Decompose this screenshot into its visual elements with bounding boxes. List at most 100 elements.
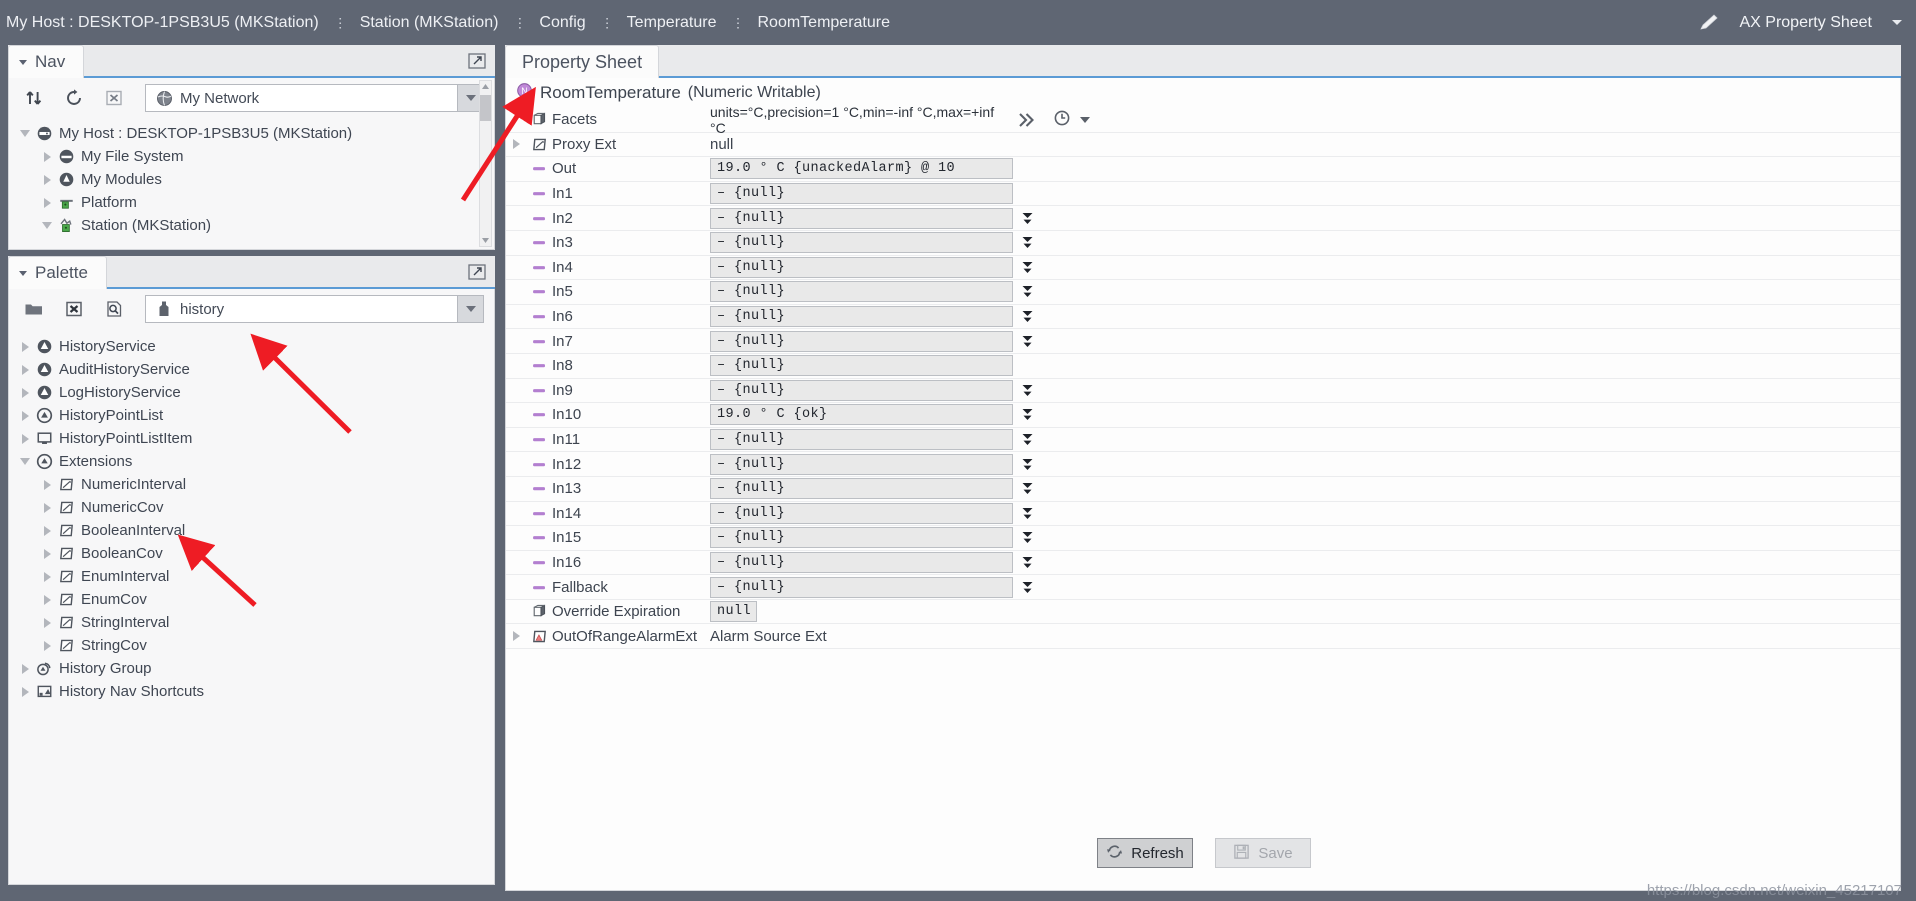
double-chevron-down-icon[interactable] — [1013, 555, 1041, 570]
up-down-arrows-icon[interactable] — [21, 85, 47, 111]
chevron-right-icon[interactable] — [17, 364, 33, 375]
tree-item[interactable]: LogHistoryService — [17, 381, 494, 404]
tab-palette[interactable]: Palette — [8, 256, 107, 289]
chevron-right-icon[interactable] — [17, 686, 33, 697]
chevron-right-icon[interactable] — [39, 502, 55, 513]
chevron-right-icon[interactable] — [17, 410, 33, 421]
folder-icon[interactable] — [21, 296, 47, 322]
breadcrumb-item-0[interactable]: My Host : DESKTOP-1PSB3U5 (MKStation) — [6, 14, 319, 32]
property-value-field[interactable]: – {null} — [710, 306, 1013, 328]
scroll-down-icon[interactable] — [480, 235, 491, 246]
chevron-right-icon[interactable] — [39, 594, 55, 605]
nav-scrollbar-thumb[interactable] — [480, 95, 491, 121]
property-value-field[interactable]: 19.0 ° C {ok} — [710, 404, 1013, 426]
chevron-right-icon[interactable] — [506, 631, 526, 642]
palette-expand-icon[interactable] — [467, 262, 487, 282]
double-chevron-down-icon[interactable] — [1013, 481, 1041, 496]
breadcrumb-item-1[interactable]: ⋮ Station (MKStation) — [319, 14, 499, 32]
tree-item[interactable]: My File System — [17, 145, 494, 168]
clock-icon[interactable] — [1053, 109, 1071, 131]
tree-item[interactable]: Platform — [17, 191, 494, 214]
double-chevron-down-icon[interactable] — [1013, 284, 1041, 299]
chevron-right-icon[interactable] — [17, 341, 33, 352]
chevron-down-icon[interactable] — [17, 458, 33, 465]
tree-item[interactable]: My Host : DESKTOP-1PSB3U5 (MKStation) — [17, 122, 494, 145]
chevron-right-icon[interactable] — [39, 479, 55, 490]
chevron-right-icon[interactable] — [39, 197, 55, 208]
chevron-down-icon[interactable] — [39, 222, 55, 229]
tree-item[interactable]: HistoryPointListItem — [17, 427, 494, 450]
double-chevron-down-icon[interactable] — [1013, 211, 1041, 226]
chevron-right-icon[interactable] — [39, 640, 55, 651]
double-chevron-right-icon[interactable] — [1013, 112, 1041, 128]
chevron-right-icon[interactable] — [39, 617, 55, 628]
search-module-icon[interactable] — [101, 296, 127, 322]
nav-network-combo[interactable]: My Network — [145, 84, 484, 112]
chevron-down-icon[interactable] — [1892, 20, 1902, 25]
tree-item[interactable]: BooleanInterval — [17, 519, 494, 542]
chevron-right-icon[interactable] — [39, 525, 55, 536]
tree-item[interactable]: EnumInterval — [17, 565, 494, 588]
chevron-right-icon[interactable] — [39, 151, 55, 162]
property-value-field[interactable]: – {null} — [710, 355, 1013, 377]
scroll-up-icon[interactable] — [480, 81, 491, 92]
palette-module-combo[interactable]: history — [145, 295, 484, 323]
tree-item[interactable]: History Group — [17, 657, 494, 680]
property-value-field[interactable]: – {null} — [710, 207, 1013, 229]
tree-item[interactable]: Station (MKStation) — [17, 214, 494, 237]
save-button[interactable]: Save — [1215, 838, 1311, 868]
chevron-right-icon[interactable] — [506, 139, 526, 150]
property-value-field[interactable]: null — [710, 601, 757, 623]
view-selector-label[interactable]: AX Property Sheet — [1739, 14, 1872, 32]
double-chevron-down-icon[interactable] — [1013, 383, 1041, 398]
chevron-right-icon[interactable] — [39, 571, 55, 582]
chevron-down-icon[interactable] — [457, 296, 483, 322]
property-value-field[interactable]: – {null} — [710, 256, 1013, 278]
chevron-right-icon[interactable] — [17, 387, 33, 398]
double-chevron-down-icon[interactable] — [1013, 432, 1041, 447]
tree-item[interactable]: History Nav Shortcuts — [17, 680, 494, 703]
double-chevron-down-icon[interactable] — [1013, 235, 1041, 250]
property-value-field[interactable]: – {null} — [710, 527, 1013, 549]
chevron-down-icon[interactable] — [17, 130, 33, 137]
property-value-field[interactable]: – {null} — [710, 429, 1013, 451]
breadcrumb-item-4[interactable]: ⋮ RoomTemperature — [717, 14, 891, 32]
tree-item[interactable]: My Modules — [17, 168, 494, 191]
breadcrumb-item-2[interactable]: ⋮ Config — [498, 14, 585, 32]
x-box-icon[interactable] — [101, 85, 127, 111]
property-value-field[interactable]: – {null} — [710, 502, 1013, 524]
chevron-right-icon[interactable] — [39, 174, 55, 185]
property-value-field[interactable]: – {null} — [710, 453, 1013, 475]
tree-item[interactable]: EnumCov — [17, 588, 494, 611]
chevron-right-icon[interactable] — [39, 548, 55, 559]
tree-item[interactable]: NumericInterval — [17, 473, 494, 496]
property-value-field[interactable]: 19.0 ° C {unackedAlarm} @ 10 — [710, 158, 1013, 180]
property-value-field[interactable]: – {null} — [710, 379, 1013, 401]
double-chevron-down-icon[interactable] — [1013, 506, 1041, 521]
tab-property-sheet[interactable]: Property Sheet — [505, 45, 660, 78]
tree-item[interactable]: StringInterval — [17, 611, 494, 634]
chevron-right-icon[interactable] — [17, 433, 33, 444]
property-value-field[interactable]: – {null} — [710, 330, 1013, 352]
double-chevron-down-icon[interactable] — [1013, 260, 1041, 275]
refresh-button[interactable]: Refresh — [1097, 838, 1193, 868]
property-value-field[interactable]: – {null} — [710, 576, 1013, 598]
nav-scrollbar[interactable] — [479, 80, 492, 247]
double-chevron-down-icon[interactable] — [1013, 407, 1041, 422]
property-value-field[interactable]: – {null} — [710, 232, 1013, 254]
property-value-field[interactable]: – {null} — [710, 478, 1013, 500]
double-chevron-down-icon[interactable] — [1013, 457, 1041, 472]
tree-item[interactable]: BooleanCov — [17, 542, 494, 565]
tree-item[interactable]: StringCov — [17, 634, 494, 657]
tree-item[interactable]: HistoryService — [17, 335, 494, 358]
nav-expand-icon[interactable] — [467, 51, 487, 71]
tab-nav[interactable]: Nav — [8, 45, 85, 78]
pencil-icon[interactable] — [1697, 13, 1721, 33]
tree-item[interactable]: Extensions — [17, 450, 494, 473]
double-chevron-down-icon[interactable] — [1013, 530, 1041, 545]
breadcrumb-item-3[interactable]: ⋮ Temperature — [586, 14, 717, 32]
chevron-down-icon[interactable] — [1080, 116, 1090, 123]
double-chevron-down-icon[interactable] — [1013, 309, 1041, 324]
double-chevron-down-icon[interactable] — [1013, 580, 1041, 595]
double-chevron-down-icon[interactable] — [1013, 334, 1041, 349]
